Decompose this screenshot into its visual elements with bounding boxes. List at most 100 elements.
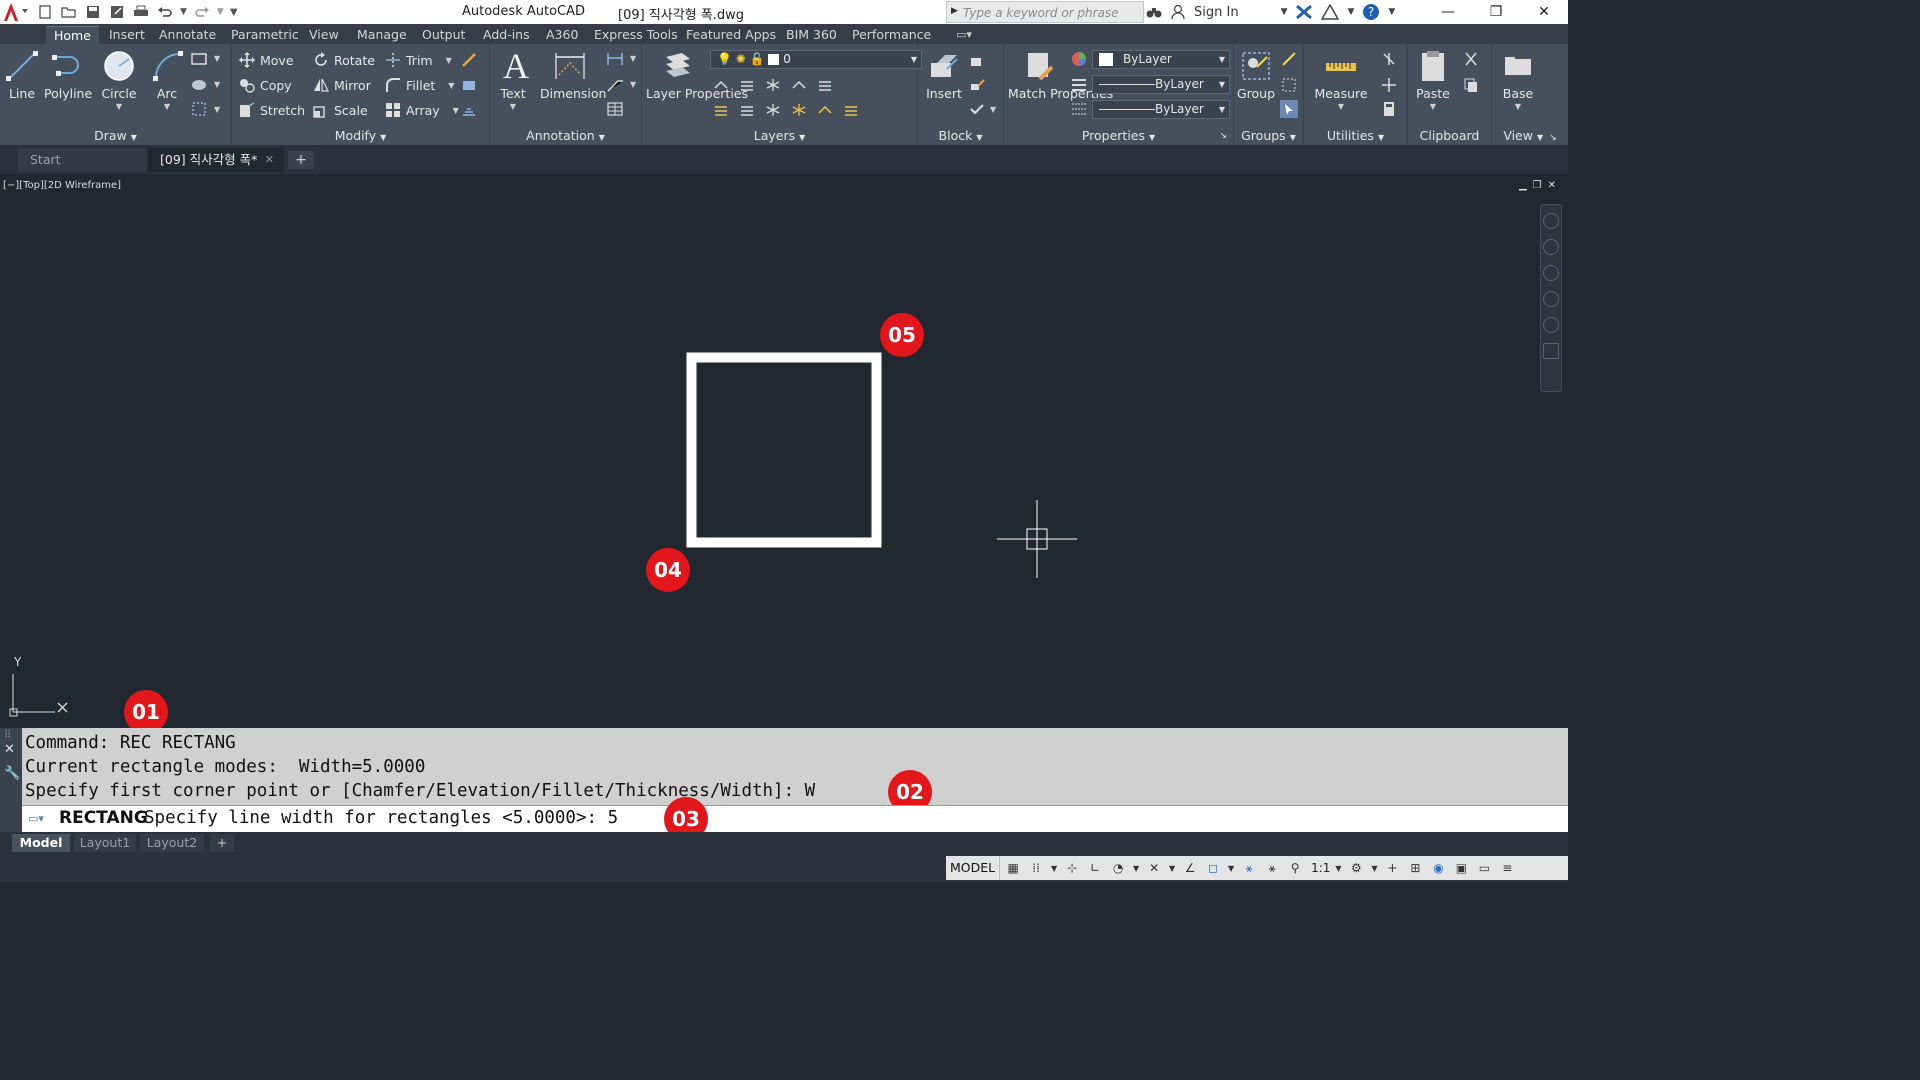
auto-scale-icon[interactable]: ⚹ <box>1262 858 1282 878</box>
object-snap-dropdown-icon[interactable]: ▼ <box>1226 858 1236 878</box>
layer-lock-icon[interactable] <box>790 76 808 94</box>
object-snap-tracking-icon[interactable]: ∠ <box>1180 858 1200 878</box>
hatch-tool-icon[interactable] <box>190 76 208 94</box>
close-button[interactable]: ✕ <box>1520 0 1568 24</box>
workspace-gear-icon[interactable]: ⚙ <box>1346 858 1366 878</box>
new-tab-button[interactable]: + <box>288 151 314 169</box>
tab-parametric[interactable]: Parametric <box>231 26 299 44</box>
ungroup-icon[interactable] <box>1280 50 1298 68</box>
sign-in-link[interactable]: Sign In <box>1194 5 1239 20</box>
clean-screen-icon[interactable]: ▭ <box>1474 858 1494 878</box>
command-input[interactable]: ▭▾ RECTANG Specify line width for rectan… <box>22 805 1568 832</box>
tab-performance[interactable]: Performance <box>852 26 931 44</box>
block-panel-title[interactable]: Block ▼ <box>918 128 1003 144</box>
autodesk-a360-icon[interactable] <box>1321 4 1340 20</box>
text-button[interactable]: A Text ▼ <box>498 46 529 111</box>
rotate-button[interactable]: Rotate <box>312 49 375 71</box>
text-dropdown-icon[interactable]: ▼ <box>498 102 528 111</box>
copy-button[interactable]: Copy <box>238 74 292 96</box>
quick-select-icon[interactable] <box>1380 50 1398 68</box>
snap-icon[interactable]: ⁞⁞ <box>1026 858 1046 878</box>
boundary-dropdown-icon[interactable]: ▼ <box>214 105 220 114</box>
color-dropdown[interactable]: ByLayer ▼ <box>1092 50 1230 69</box>
drawing-canvas[interactable]: [−][Top][2D Wireframe] ▁❐✕ Y 05 04 01 <box>0 174 1568 734</box>
command-customize-icon[interactable]: 🔧 <box>4 766 20 781</box>
boundary-tool-icon[interactable] <box>190 100 208 118</box>
arc-dropdown-icon[interactable]: ▼ <box>150 102 184 111</box>
isodraft-dropdown-icon[interactable]: ▼ <box>1167 858 1177 878</box>
layer-freeze-icon[interactable] <box>764 76 782 94</box>
close-tab-icon[interactable]: ✕ <box>265 148 274 172</box>
search-input[interactable] <box>963 4 1138 21</box>
command-prompt-icon[interactable]: ▭▾ <box>28 812 44 825</box>
save-as-icon[interactable] <box>108 3 126 21</box>
file-tab-current[interactable]: [09] 직사각형 폭* ✕ <box>148 148 284 172</box>
help-icon[interactable]: ? <box>1362 3 1380 21</box>
a360-dropdown-icon[interactable]: ▼ <box>1347 7 1354 17</box>
tab-insert[interactable]: Insert <box>109 26 145 44</box>
calculator-icon[interactable] <box>1380 100 1398 118</box>
offset-icon[interactable] <box>460 101 478 119</box>
base-button[interactable]: Base ▼ <box>1500 46 1536 111</box>
linear-dim-icon[interactable] <box>606 50 624 68</box>
utilities-panel-title[interactable]: Utilities ▼ <box>1304 128 1407 144</box>
move-button[interactable]: Move <box>238 49 294 71</box>
command-window-grip-icon[interactable]: ⠿ <box>4 730 11 741</box>
hardware-acceleration-icon[interactable]: ▣ <box>1451 858 1471 878</box>
command-close-icon[interactable]: ✕ <box>4 742 15 757</box>
exchange-apps-icon[interactable] <box>1295 4 1313 20</box>
user-icon[interactable] <box>1170 4 1186 20</box>
layer-match-icon[interactable] <box>816 76 834 94</box>
drawn-rectangle[interactable] <box>686 352 882 548</box>
match-properties-button[interactable]: Match Properties <box>1008 46 1113 101</box>
view-launcher-icon[interactable]: ↘ <box>1549 133 1557 143</box>
erase-icon[interactable] <box>460 51 478 69</box>
sign-in-dropdown-icon[interactable]: ▼ <box>1281 7 1288 17</box>
circle-dropdown-icon[interactable]: ▼ <box>100 102 138 111</box>
tab-a360[interactable]: A360 <box>546 26 578 44</box>
layer-unisolate-icon[interactable] <box>764 101 782 119</box>
layout-tab-layout1[interactable]: Layout1 <box>74 834 136 852</box>
scale-dropdown-icon[interactable]: ▼ <box>1333 858 1343 878</box>
tab-home[interactable]: Home <box>46 26 99 44</box>
scale-button[interactable]: Scale <box>312 99 368 121</box>
undo-dropdown-icon[interactable]: ▼ <box>180 7 187 17</box>
edit-block-icon[interactable] <box>968 76 986 94</box>
polyline-button[interactable]: Polyline <box>44 46 92 102</box>
linetype-icon[interactable] <box>1070 100 1088 118</box>
tab-featured-apps[interactable]: Featured Apps <box>686 26 776 44</box>
layer-unlock-icon[interactable] <box>816 101 834 119</box>
layer-properties-button[interactable]: Layer Properties <box>646 46 748 101</box>
stretch-button[interactable]: Stretch <box>238 99 305 121</box>
annotation-visibility-icon[interactable]: ⚹ <box>1239 858 1259 878</box>
autocad-logo-button[interactable] <box>0 0 34 24</box>
redo-icon[interactable] <box>193 3 211 21</box>
insert-button[interactable]: Insert <box>926 46 962 102</box>
trim-button[interactable]: Trim ▼ <box>384 49 452 71</box>
layout-tab-model[interactable]: Model <box>12 834 70 852</box>
new-file-icon[interactable] <box>36 3 54 21</box>
annotation-panel-title[interactable]: Annotation ▼ <box>490 128 641 144</box>
layer-walk-icon[interactable] <box>842 101 860 119</box>
tab-annotate[interactable]: Annotate <box>159 26 216 44</box>
linetype-dropdown[interactable]: ByLayer ▼ <box>1092 100 1230 119</box>
add-layout-button[interactable]: + <box>210 834 234 852</box>
tab-view[interactable]: View <box>309 26 339 44</box>
undo-icon[interactable] <box>156 3 174 21</box>
grid-icon[interactable]: ▦ <box>1003 858 1023 878</box>
id-point-icon[interactable] <box>1380 76 1398 94</box>
rectangle-dropdown-icon[interactable]: ▼ <box>214 54 220 63</box>
layer-isolate-icon[interactable] <box>738 76 756 94</box>
rectangle-tool-icon[interactable] <box>190 50 208 68</box>
base-dropdown-icon[interactable]: ▼ <box>1500 102 1536 111</box>
draw-panel-title[interactable]: Draw ▼ <box>0 128 231 144</box>
layer-make-current-icon[interactable] <box>712 101 730 119</box>
customization-menu-icon[interactable]: ≡ <box>1497 858 1517 878</box>
infer-constraints-icon[interactable]: ⊹ <box>1062 858 1082 878</box>
open-folder-icon[interactable] <box>60 3 78 21</box>
fillet-button[interactable]: Fillet ▼ <box>384 74 454 96</box>
leader-icon[interactable] <box>606 76 624 94</box>
isodraft-icon[interactable]: ✕ <box>1144 858 1164 878</box>
object-snap-icon[interactable]: ◻ <box>1203 858 1223 878</box>
arc-button[interactable]: Arc ▼ <box>150 46 184 111</box>
